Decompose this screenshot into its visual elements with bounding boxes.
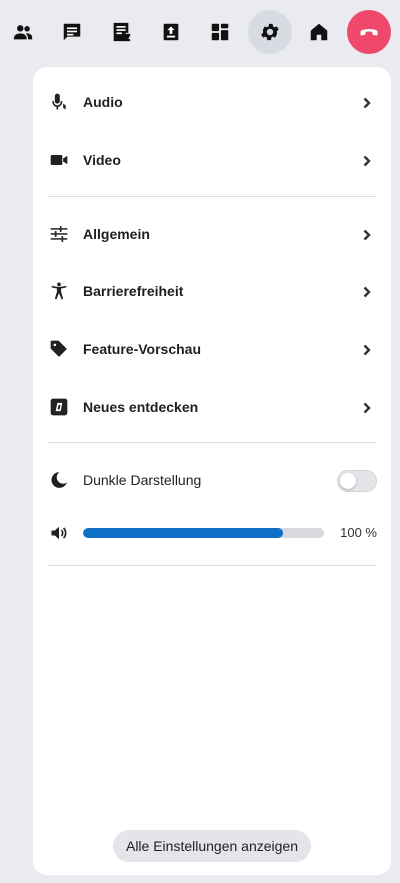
settings-button[interactable] [248,10,292,54]
top-toolbar [0,10,400,54]
menu-item-label: Neues entdecken [83,399,199,415]
menu-item-feature-preview[interactable]: Feature-Vorschau [33,325,391,373]
menu-item-label: Audio [83,94,123,110]
discover-icon [49,397,69,417]
menu-item-label: Feature-Vorschau [83,341,201,357]
chevron-right-icon [361,401,373,414]
menu-item-label: Allgemein [83,226,150,242]
chevron-right-icon [361,285,373,298]
menu-item-audio[interactable]: Audio [33,78,391,126]
chevron-right-icon [361,154,373,167]
video-camera-icon [49,150,69,170]
participants-icon [13,25,33,40]
volume-percent: 100 % [340,525,377,540]
menu-item-accessibility[interactable]: Barrierefreiheit [33,267,391,315]
gear-icon [261,23,279,41]
menu-item-general[interactable]: Allgemein [33,210,391,258]
all-settings-button[interactable]: Alle Einstellungen anzeigen [113,830,311,862]
apps-icon [211,23,229,41]
menu-item-label: Barrierefreiheit [83,283,184,299]
settings-panel: Audio Video Allgemein Barrierefreiheit F… [33,67,391,875]
dark-mode-toggle[interactable] [337,470,377,492]
tag-icon [49,339,69,359]
home-button[interactable] [297,10,341,54]
chat-icon [63,23,81,41]
dark-mode-row: Dunkle Darstellung [33,456,391,504]
participants-button[interactable] [1,10,45,54]
divider [48,565,377,566]
accessibility-icon [49,281,69,301]
menu-item-discover[interactable]: Neues entdecken [33,383,391,431]
apps-button[interactable] [198,10,242,54]
moon-icon [49,470,69,490]
menu-item-video[interactable]: Video [33,136,391,184]
volume-slider[interactable] [83,528,324,538]
chat-button[interactable] [50,10,94,54]
upload-button[interactable] [149,10,193,54]
toggle-knob [340,473,356,489]
chevron-right-icon [361,96,373,109]
notes-button[interactable] [99,10,143,54]
volume-slider-fill [83,528,284,538]
home-icon [310,23,328,41]
sliders-icon [49,224,69,244]
chevron-right-icon [361,228,373,241]
dark-mode-label: Dunkle Darstellung [83,472,202,488]
notes-icon [113,22,131,42]
divider [48,442,377,443]
upload-icon [163,23,179,41]
speaker-icon [49,523,69,543]
hangup-button[interactable] [347,10,391,54]
microphone-icon [49,92,69,112]
chevron-right-icon [361,343,373,356]
divider [48,196,377,197]
hangup-icon [360,29,378,36]
menu-item-label: Video [83,152,121,168]
